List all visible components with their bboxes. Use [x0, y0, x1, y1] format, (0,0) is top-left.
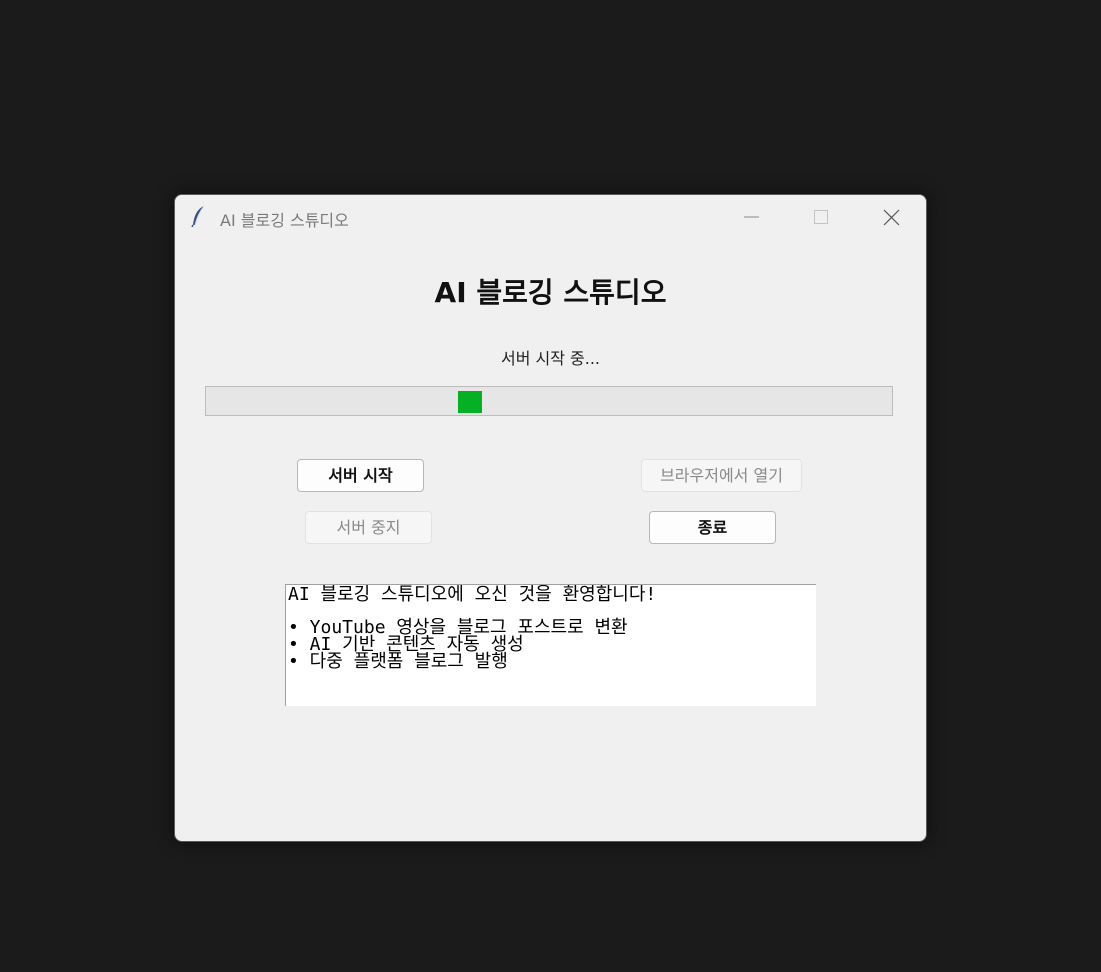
close-button[interactable]: [860, 195, 920, 239]
stop-server-button[interactable]: 서버 중지: [305, 511, 432, 544]
exit-button[interactable]: 종료: [649, 511, 776, 544]
log-welcome-line: AI 블로깅 스튜디오에 오신 것을 환영합니다!: [288, 584, 657, 605]
status-label: 서버 시작 중...: [500, 349, 601, 368]
minimize-icon: [744, 216, 759, 218]
window-title: AI 블로깅 스튜디오: [220, 211, 349, 230]
open-browser-button[interactable]: 브라우저에서 열기: [641, 459, 802, 492]
progress-indicator: [458, 391, 482, 413]
log-textarea[interactable]: AI 블로깅 스튜디오에 오신 것을 환영합니다! • YouTube 영상을 …: [285, 584, 816, 706]
page-title: AI 블로깅 스튜디오: [434, 276, 667, 309]
close-icon: [883, 209, 900, 226]
maximize-button[interactable]: [790, 195, 850, 239]
start-server-button[interactable]: 서버 시작: [297, 459, 424, 492]
feather-icon: [191, 205, 207, 228]
minimize-button[interactable]: [720, 195, 780, 239]
progress-bar: [205, 386, 893, 416]
title-bar[interactable]: AI 블로깅 스튜디오: [175, 195, 926, 239]
maximize-icon: [814, 210, 828, 224]
app-window: AI 블로깅 스튜디오 AI 블로깅 스튜디오 서버 시작 중... 서버 시작…: [174, 194, 927, 842]
log-feature-line: • 다중 플랫폼 블로그 발행: [288, 651, 508, 672]
